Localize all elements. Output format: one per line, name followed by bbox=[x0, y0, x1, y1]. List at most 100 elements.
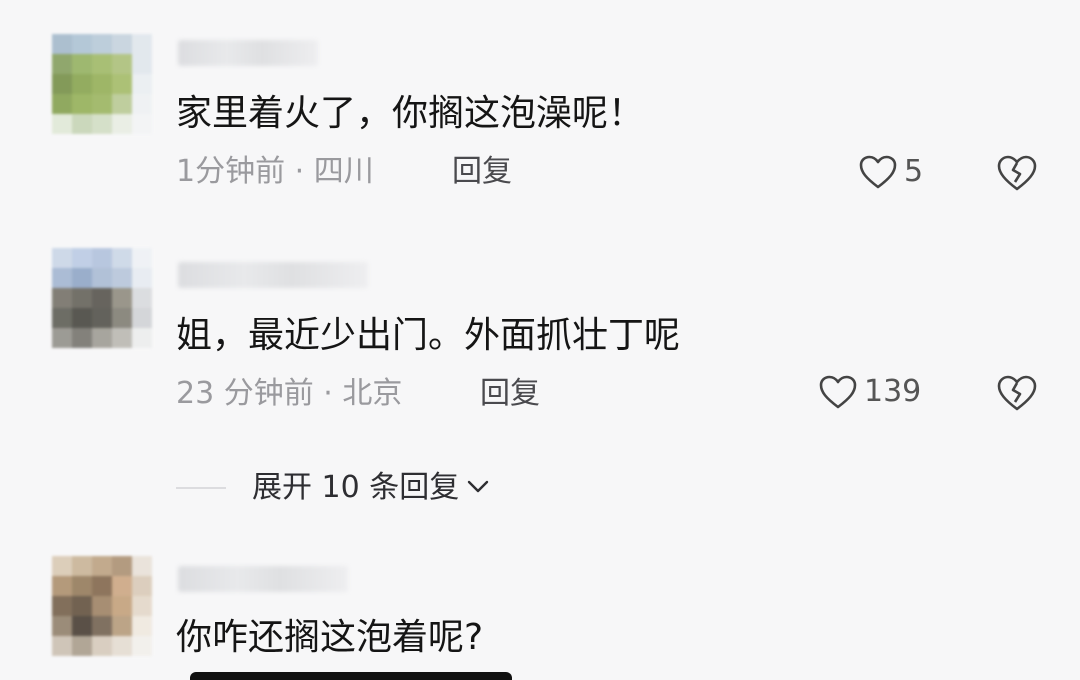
avatar-pixel bbox=[132, 268, 152, 288]
avatar-pixel bbox=[52, 616, 72, 636]
like-button[interactable]: 5 bbox=[858, 154, 923, 190]
avatar-pixel bbox=[72, 308, 92, 328]
avatar-pixel bbox=[112, 636, 132, 656]
avatar-pixel bbox=[52, 328, 72, 348]
avatar-pixel bbox=[72, 616, 92, 636]
avatar-pixel bbox=[72, 34, 92, 54]
avatar-pixel bbox=[112, 556, 132, 576]
avatar-pixel bbox=[132, 74, 152, 94]
avatar-pixel bbox=[132, 54, 152, 74]
like-count: 5 bbox=[904, 154, 924, 189]
avatar-pixel bbox=[112, 114, 132, 134]
username-blurred[interactable] bbox=[178, 566, 348, 592]
username-blurred[interactable] bbox=[178, 40, 318, 66]
avatar-pixel bbox=[92, 556, 112, 576]
avatar-pixel bbox=[52, 308, 72, 328]
heart-icon bbox=[818, 374, 858, 410]
avatar-pixel bbox=[72, 636, 92, 656]
bottom-input-bar[interactable] bbox=[190, 672, 512, 680]
divider-line bbox=[176, 487, 226, 489]
avatar-pixel bbox=[132, 328, 152, 348]
avatar-pixel bbox=[112, 74, 132, 94]
expand-replies-button[interactable]: 展开 10 条回复 bbox=[176, 470, 491, 506]
avatar-pixel bbox=[132, 94, 152, 114]
avatar-pixel bbox=[92, 248, 112, 268]
avatar-pixel bbox=[72, 576, 92, 596]
avatar-pixel bbox=[92, 74, 112, 94]
avatar-pixel bbox=[132, 576, 152, 596]
avatar-pixel bbox=[132, 114, 152, 134]
avatar-pixel bbox=[132, 248, 152, 268]
dislike-button[interactable] bbox=[996, 374, 1038, 412]
avatar-pixel bbox=[112, 308, 132, 328]
comment-text: 家里着火了，你搁这泡澡呢！ bbox=[176, 93, 645, 134]
avatar-pixel bbox=[92, 288, 112, 308]
avatar-pixel bbox=[52, 248, 72, 268]
reply-button[interactable]: 回复 bbox=[452, 154, 512, 190]
like-button[interactable]: 139 bbox=[818, 374, 921, 410]
comment-text: 姐，最近少出门。外面抓壮丁呢 bbox=[176, 315, 681, 356]
avatar-pixel bbox=[92, 636, 112, 656]
username-blurred[interactable] bbox=[178, 262, 368, 288]
avatar-pixel bbox=[72, 268, 92, 288]
broken-heart-icon bbox=[996, 154, 1038, 192]
avatar-pixel bbox=[112, 328, 132, 348]
reply-button[interactable]: 回复 bbox=[480, 376, 540, 412]
avatar-pixel bbox=[112, 596, 132, 616]
avatar-pixel bbox=[52, 576, 72, 596]
avatar-pixel bbox=[52, 94, 72, 114]
avatar-pixel bbox=[92, 94, 112, 114]
avatar-pixel bbox=[132, 556, 152, 576]
avatar-pixel bbox=[72, 74, 92, 94]
avatar-pixel bbox=[92, 576, 112, 596]
avatar-pixel bbox=[72, 328, 92, 348]
avatar-pixel bbox=[92, 114, 112, 134]
avatar-pixel bbox=[72, 54, 92, 74]
avatar-pixel bbox=[92, 616, 112, 636]
avatar-pixel bbox=[52, 74, 72, 94]
avatar-pixel bbox=[72, 114, 92, 134]
avatar-pixel bbox=[112, 616, 132, 636]
avatar-pixel bbox=[112, 34, 132, 54]
avatar-pixel bbox=[72, 556, 92, 576]
avatar[interactable] bbox=[52, 248, 152, 348]
avatar-pixel bbox=[52, 556, 72, 576]
avatar-pixel bbox=[132, 616, 152, 636]
avatar[interactable] bbox=[52, 556, 152, 656]
avatar-pixel bbox=[132, 288, 152, 308]
avatar-pixel bbox=[92, 54, 112, 74]
avatar-pixel bbox=[72, 94, 92, 114]
comment-meta: 23 分钟前 · 北京 bbox=[176, 376, 403, 411]
avatar-pixel bbox=[52, 596, 72, 616]
heart-icon bbox=[858, 154, 898, 190]
avatar-pixel bbox=[52, 54, 72, 74]
avatar-pixel bbox=[72, 248, 92, 268]
avatar-pixel bbox=[92, 596, 112, 616]
avatar-pixel bbox=[132, 34, 152, 54]
expand-replies-label: 展开 10 条回复 bbox=[252, 470, 460, 505]
like-count: 139 bbox=[864, 374, 922, 409]
avatar[interactable] bbox=[52, 34, 152, 134]
avatar-pixel bbox=[112, 94, 132, 114]
avatar-pixel bbox=[52, 114, 72, 134]
avatar-pixel bbox=[92, 34, 112, 54]
avatar-pixel bbox=[52, 288, 72, 308]
avatar-pixel bbox=[72, 596, 92, 616]
comment-text: 你咋还搁这泡着呢? bbox=[176, 617, 484, 658]
broken-heart-icon bbox=[996, 374, 1038, 412]
avatar-pixel bbox=[112, 576, 132, 596]
avatar-pixel bbox=[92, 328, 112, 348]
avatar-pixel bbox=[112, 54, 132, 74]
comment-meta: 1分钟前 · 四川 bbox=[176, 154, 374, 189]
dislike-button[interactable] bbox=[996, 154, 1038, 192]
avatar-pixel bbox=[92, 308, 112, 328]
avatar-pixel bbox=[132, 308, 152, 328]
avatar-pixel bbox=[52, 636, 72, 656]
avatar-pixel bbox=[112, 248, 132, 268]
avatar-pixel bbox=[92, 268, 112, 288]
avatar-pixel bbox=[132, 596, 152, 616]
avatar-pixel bbox=[132, 636, 152, 656]
avatar-pixel bbox=[112, 268, 132, 288]
avatar-pixel bbox=[72, 288, 92, 308]
avatar-pixel bbox=[112, 288, 132, 308]
